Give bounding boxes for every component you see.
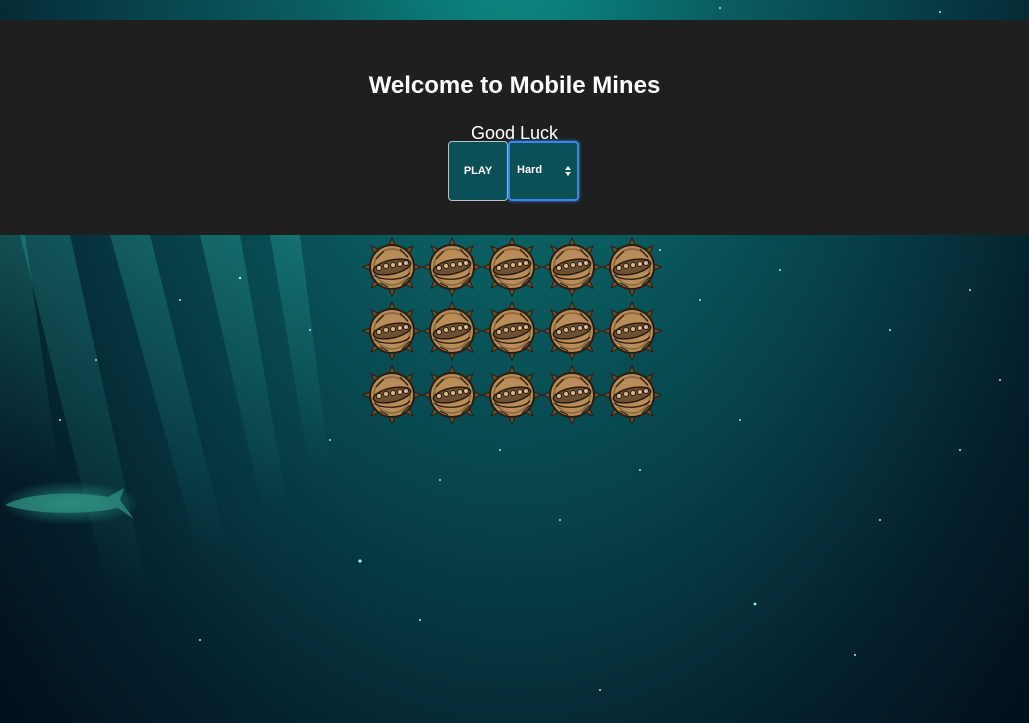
mine-cell[interactable] <box>602 301 662 361</box>
sea-mine-icon <box>482 301 542 361</box>
sea-mine-icon <box>362 365 422 425</box>
mine-cell[interactable] <box>422 301 482 361</box>
difficulty-select[interactable]: Hard <box>508 141 579 201</box>
mine-cell[interactable] <box>362 237 422 297</box>
sea-mine-icon <box>542 237 602 297</box>
mine-cell[interactable] <box>542 237 602 297</box>
sea-mine-icon <box>602 301 662 361</box>
select-arrows-icon <box>565 166 571 176</box>
header-bar: Welcome to Mobile Mines Good Luck <box>0 20 1029 235</box>
play-button[interactable]: PLAY <box>448 141 508 201</box>
sea-mine-icon <box>602 365 662 425</box>
sea-mine-icon <box>362 237 422 297</box>
mine-cell[interactable] <box>482 365 542 425</box>
page-title: Welcome to Mobile Mines <box>368 72 661 99</box>
sea-mine-icon <box>602 237 662 297</box>
sea-mine-icon <box>422 301 482 361</box>
sea-mine-icon <box>542 365 602 425</box>
mine-cell[interactable] <box>542 365 602 425</box>
mine-cell[interactable] <box>422 237 482 297</box>
mine-grid <box>362 237 662 427</box>
sea-mine-icon <box>362 301 422 361</box>
mine-cell[interactable] <box>602 365 662 425</box>
sea-mine-icon <box>422 237 482 297</box>
mine-cell[interactable] <box>422 365 482 425</box>
sea-mine-icon <box>482 237 542 297</box>
mine-cell[interactable] <box>542 301 602 361</box>
page-subtitle: Good Luck <box>470 123 559 143</box>
mine-cell[interactable] <box>482 237 542 297</box>
sea-mine-icon <box>482 365 542 425</box>
mine-cell[interactable] <box>602 237 662 297</box>
sea-mine-icon <box>542 301 602 361</box>
mine-cell[interactable] <box>362 365 422 425</box>
mine-cell[interactable] <box>482 301 542 361</box>
difficulty-selected-value: Hard <box>517 164 543 176</box>
mine-cell[interactable] <box>362 301 422 361</box>
sea-mine-icon <box>422 365 482 425</box>
